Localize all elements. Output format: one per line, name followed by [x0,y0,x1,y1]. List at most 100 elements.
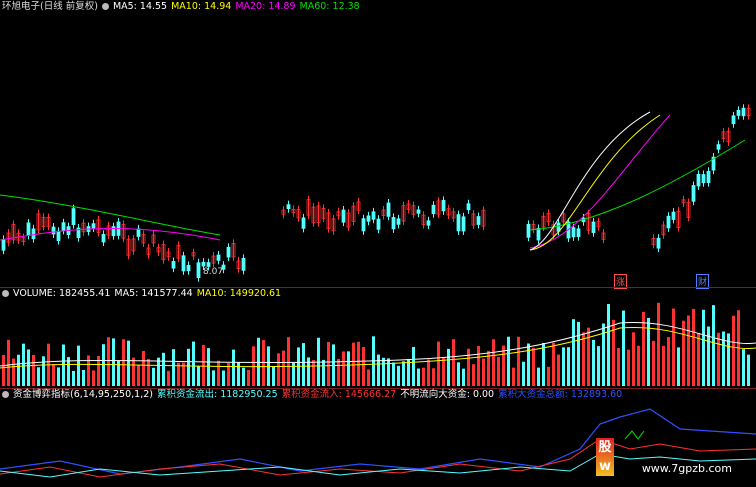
ma60-label: MA60: 12.38 [299,1,360,12]
volume-bar [27,349,30,386]
price-header: 环旭电子(日线 前复权) MA5: 14.55 MA10: 14.94 MA20: 1… [2,1,364,13]
candle-body [526,223,531,238]
candle-body [136,228,141,237]
volume-bar [382,357,385,386]
volume-bar [172,349,175,386]
volume-bar [242,367,245,386]
volume-bar [102,344,105,386]
volume-bar [667,337,670,386]
volume-bar [152,367,155,386]
candle-body [426,220,431,226]
volume-bar [437,341,440,386]
volume-bar [557,354,560,386]
volume-bar [162,352,165,386]
candle-body [376,218,381,230]
volume-bar [37,367,40,386]
candle-body [186,265,191,272]
volume-bar [407,359,410,386]
circle-icon[interactable] [101,3,109,10]
volume-bar [337,358,340,386]
volume-bar [122,339,125,386]
volume-bar [107,337,110,386]
volume-bar [2,354,5,386]
candle-body [691,185,696,202]
outflow-label: 累积资金流出: 1182950.25 [156,389,278,400]
volume-bar [412,346,415,386]
vol-ma5-label: MA5: 141577.44 [114,288,193,299]
volume-bar [457,362,460,386]
candle-body [201,261,206,267]
volume-header: VOLUME: 182455.41 MA5: 141577.44 MA10: 149… [2,288,285,300]
candle-body [366,215,371,222]
volume-bar [442,356,445,386]
volume-bar [682,320,685,386]
volume-bar [677,347,680,386]
volume-bar [12,358,15,386]
volume-bar [417,368,420,386]
ma20-label: MA20: 14.89 [235,1,296,12]
candle-body [301,217,306,229]
volume-bar [247,369,250,386]
candle-body [416,209,421,214]
volume-bar [712,305,715,386]
candle-body [466,203,471,211]
candle-body [576,228,581,238]
volume-bar [632,332,635,386]
volume-bar [637,345,640,386]
volume-bar [427,359,430,386]
volume-bar [92,370,95,386]
candle-body [731,115,736,125]
volume-bar [607,304,610,386]
volume-bar [187,348,190,386]
circle-icon[interactable] [2,391,9,398]
volume-bar [192,341,195,386]
candle-body [171,261,176,269]
volume-bar [167,370,170,386]
volume-bar [157,357,160,386]
volume-bar [127,340,130,386]
volume-bar [387,358,390,386]
circle-icon[interactable] [2,290,9,297]
volume-bar [422,367,425,386]
price-chart [0,104,751,282]
candle-body [31,228,36,240]
low-price-label: 8.07 [203,267,224,277]
candle-body [71,208,76,225]
volume-bar [392,362,395,386]
candle-body [371,211,376,220]
volume-label: VOLUME: 182455.41 [13,288,111,299]
volume-bar [512,367,515,386]
volume-bar [142,350,145,386]
volume-bar [367,369,370,386]
volume-bar [232,349,235,386]
signal-line [624,430,645,440]
candle-body [61,222,66,231]
volume-bar [147,358,150,386]
volume-bar [402,361,405,386]
volume-bar [742,349,745,386]
volume-bar [202,344,205,386]
candle-body [536,228,541,241]
volume-bar [542,343,545,386]
volume-bar [277,353,280,386]
volume-bar [477,346,480,386]
volume-bar [57,367,60,386]
candle-body [101,234,106,243]
volume-bar [747,354,750,386]
volume-bar [362,346,365,386]
volume-bar [517,336,520,386]
volume-bar [432,368,435,386]
volume-bar [522,361,525,386]
volume-bar [537,367,540,386]
volume-bar [462,368,465,386]
volume-bar [492,339,495,386]
volume-bar [32,354,35,386]
candle-body [706,170,711,184]
volume-bar [572,319,575,386]
volume-bar [197,366,200,386]
candle-body [701,174,706,184]
volume-bar [77,345,80,386]
volume-bar [287,337,290,386]
volume-bar [272,366,275,386]
volume-bar [447,348,450,386]
